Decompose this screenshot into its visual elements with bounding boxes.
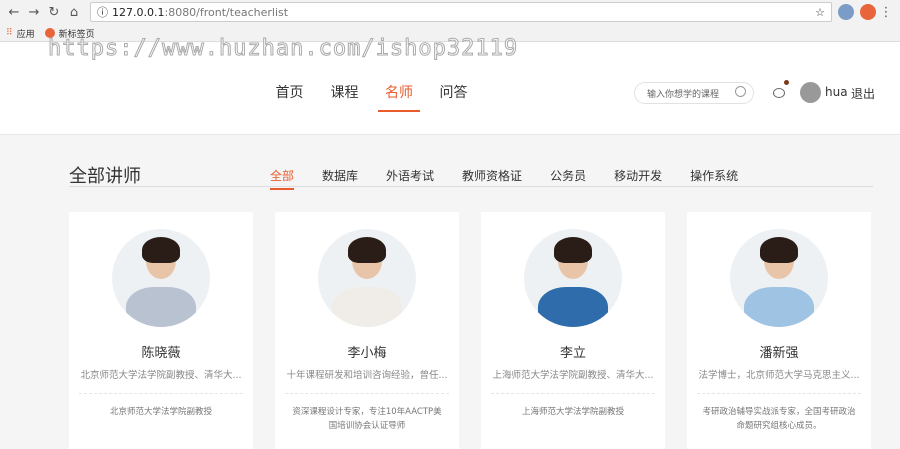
search-icon[interactable] xyxy=(735,86,746,97)
teacher-bio: 北京师范大学法学院副教授 xyxy=(109,407,212,417)
teacher-desc: 法学博士，北京师范大学马克思主义... xyxy=(698,370,860,381)
teacher-name[interactable]: 潘新强 xyxy=(687,342,871,361)
username[interactable]: hua xyxy=(825,85,848,99)
back-icon[interactable]: ← xyxy=(4,5,24,20)
bookmark-label: 应用 xyxy=(16,29,35,40)
divider xyxy=(697,393,861,394)
teacher-desc: 上海师范大学法学院副教授、清华大... xyxy=(492,370,654,381)
divider xyxy=(69,186,873,187)
nav-qa[interactable]: 问答 xyxy=(426,82,481,112)
teacher-photo[interactable] xyxy=(730,229,828,327)
teacher-photo[interactable] xyxy=(112,229,210,327)
teacher-bio: 资深课程设计专家，专注10年AACTP美国培训协会认证导师 xyxy=(292,407,442,431)
url-path: :8080/front/teacherlist xyxy=(164,5,289,19)
home-icon[interactable]: ⌂ xyxy=(64,5,84,20)
teacher-list: 陈晓薇 北京师范大学法学院副教授、清华大... 北京师范大学法学院副教授 李小梅… xyxy=(69,212,871,449)
message-icon[interactable] xyxy=(773,88,785,98)
menu-icon[interactable]: ⋮ xyxy=(876,5,896,20)
nav-courses[interactable]: 课程 xyxy=(317,82,372,112)
teacher-desc: 十年课程研发和培训咨询经验，曾任... xyxy=(286,370,448,381)
teacher-card[interactable]: 李立 上海师范大学法学院副教授、清华大... 上海师范大学法学院副教授 xyxy=(481,212,665,449)
apps-icon: ⠿ xyxy=(6,28,13,38)
teacher-card[interactable]: 陈晓薇 北京师范大学法学院副教授、清华大... 北京师范大学法学院副教授 xyxy=(69,212,253,449)
main-nav: 首页 课程 名师 问答 xyxy=(262,82,481,112)
teacher-photo[interactable] xyxy=(524,229,622,327)
teacher-name[interactable]: 李小梅 xyxy=(275,342,459,361)
bookmark-newtab[interactable]: 新标签页 xyxy=(44,27,95,40)
forward-icon[interactable]: → xyxy=(24,5,44,20)
newtab-icon xyxy=(44,28,55,38)
notification-dot xyxy=(784,80,789,85)
nav-teachers[interactable]: 名师 xyxy=(378,82,420,112)
star-icon[interactable]: ☆ xyxy=(815,6,825,19)
nav-home[interactable]: 首页 xyxy=(262,82,317,112)
teacher-photo[interactable] xyxy=(318,229,416,327)
bookmark-apps[interactable]: ⠿ 应用 xyxy=(6,27,35,40)
teacher-name[interactable]: 陈晓薇 xyxy=(69,342,253,361)
teacher-desc: 北京师范大学法学院副教授、清华大... xyxy=(80,370,242,381)
bookmark-label: 新标签页 xyxy=(58,29,95,40)
search-input[interactable]: 输入你想学的课程 xyxy=(634,82,754,104)
teacher-card[interactable]: 潘新强 法学博士，北京师范大学马克思主义... 考研政治辅导实战派专家，全国考研… xyxy=(687,212,871,449)
teacher-card[interactable]: 李小梅 十年课程研发和培训咨询经验，曾任... 资深课程设计专家，专注10年AA… xyxy=(275,212,459,449)
extension-icon[interactable] xyxy=(838,4,854,20)
teacher-bio: 上海师范大学法学院副教授 xyxy=(521,407,624,417)
reload-icon[interactable]: ↻ xyxy=(44,5,64,20)
browser-chrome: ← → ↻ ⌂ ⓘ 127.0.0.1:8080/front/teacherli… xyxy=(0,0,900,42)
logout-link[interactable]: 退出 xyxy=(851,85,875,102)
info-icon: ⓘ xyxy=(97,6,108,19)
teacher-bio: 考研政治辅导实战派专家，全国考研政治命题研究组核心成员。 xyxy=(702,407,856,431)
address-bar[interactable]: ⓘ 127.0.0.1:8080/front/teacherlist ☆ xyxy=(90,2,832,22)
avatar[interactable] xyxy=(800,82,821,103)
divider xyxy=(285,393,449,394)
extension-icon[interactable] xyxy=(860,4,876,20)
divider xyxy=(491,393,655,394)
teacher-name[interactable]: 李立 xyxy=(481,342,665,361)
page-title: 全部讲师 xyxy=(69,166,141,187)
url-host: 127.0.0.1 xyxy=(112,5,165,19)
search-placeholder: 输入你想学的课程 xyxy=(647,89,720,100)
site-header: 首页 课程 名师 问答 输入你想学的课程 hua 退出 xyxy=(0,42,900,135)
divider xyxy=(79,393,243,394)
